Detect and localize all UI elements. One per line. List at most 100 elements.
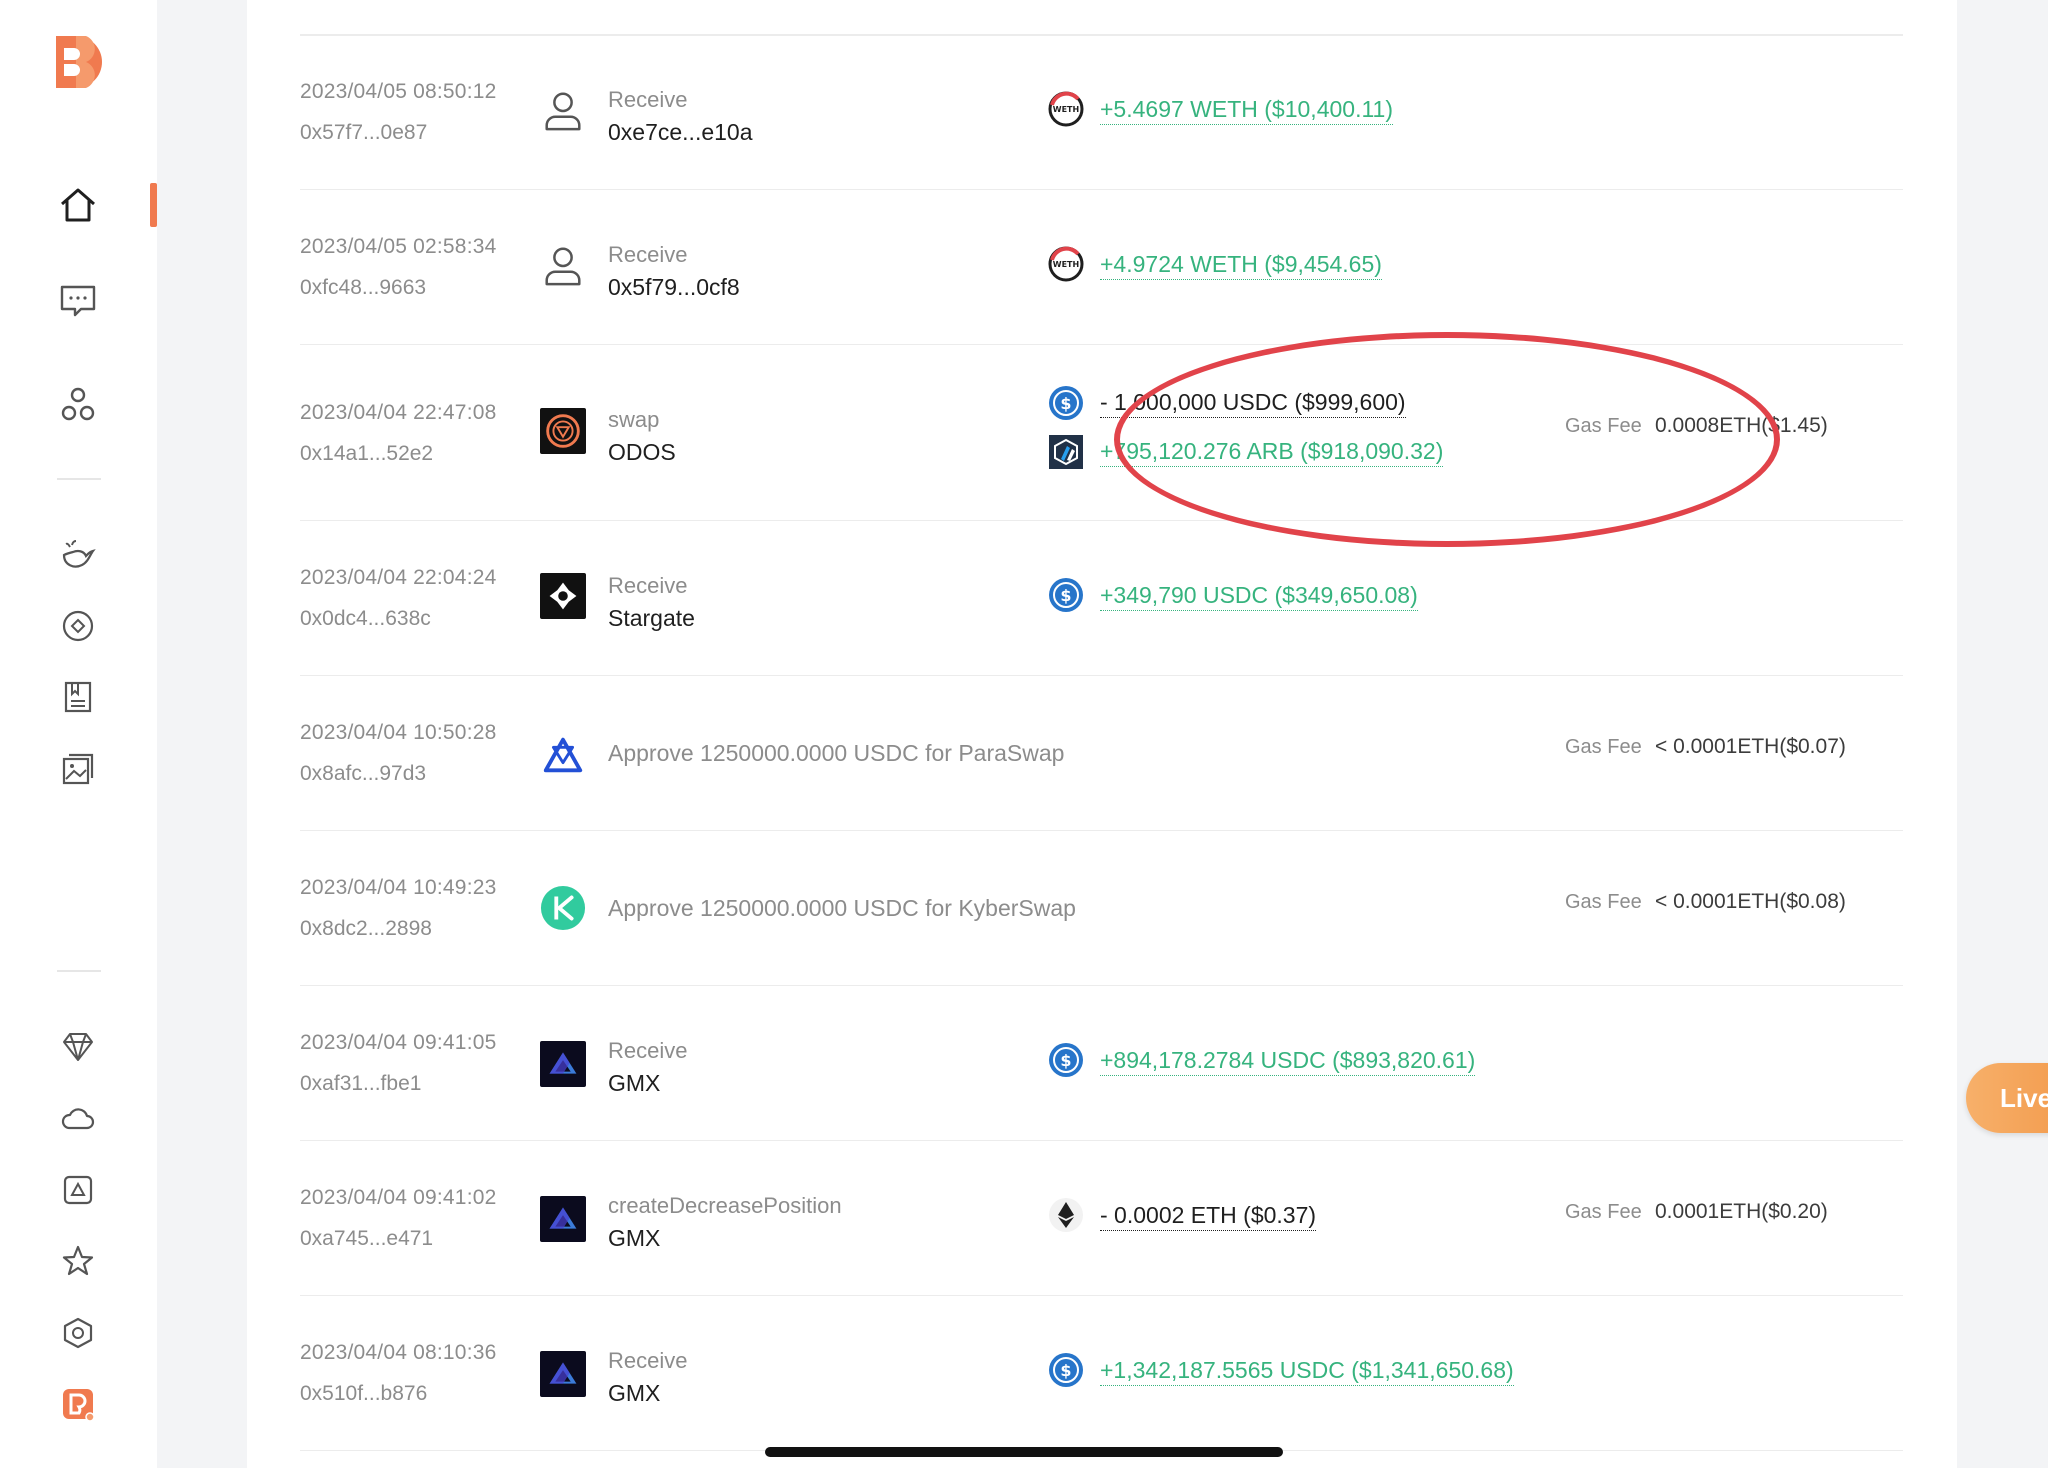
star-icon[interactable] (55, 1238, 101, 1284)
tx-hash[interactable]: 0x0dc4...638c (300, 607, 431, 631)
tx-party[interactable]: ODOS (608, 439, 676, 466)
tx-party[interactable]: GMX (608, 1380, 660, 1407)
table-row[interactable]: 2023/04/04 22:04:24 0x0dc4...638c Receiv… (300, 521, 1903, 676)
active-indicator (150, 183, 157, 227)
tx-hash[interactable]: 0xaf31...fbe1 (300, 1072, 421, 1096)
table-row[interactable]: 2023/04/04 09:41:05 0xaf31...fbe1 Receiv… (300, 986, 1903, 1141)
whale-icon[interactable] (55, 532, 101, 578)
tx-party[interactable]: Stargate (608, 605, 695, 632)
box-icon[interactable] (55, 1167, 101, 1213)
diamond-icon[interactable] (55, 1024, 101, 1070)
tx-amount[interactable]: +5.4697 WETH ($10,400.11) (1100, 96, 1393, 125)
table-row[interactable]: 2023/04/04 09:41:02 0xa745...e471 create… (300, 1141, 1903, 1296)
gas-fee-value: < 0.0001ETH($0.07) (1655, 735, 1846, 758)
table-row[interactable]: 2023/04/05 02:58:34 0xfc48...9663 Receiv… (300, 190, 1903, 345)
eth-icon (1048, 1197, 1084, 1233)
approve-text: Approve 1250000.0000 USDC for KyberSwap (608, 895, 1076, 921)
tx-amount[interactable]: +349,790 USDC ($349,650.08) (1100, 582, 1418, 611)
usdc-icon: $ (1048, 577, 1084, 613)
gas-fee-label: Gas Fee (1565, 415, 1642, 437)
svg-text:WETH: WETH (1053, 105, 1079, 114)
table-row[interactable]: 2023/04/04 10:50:28 0x8afc...97d3 Approv… (300, 676, 1903, 831)
table-row[interactable]: 2023/04/04 22:47:08 0x14a1...52e2 swap O… (300, 345, 1903, 521)
hexagon-icon[interactable] (55, 1310, 101, 1356)
table-row[interactable]: 2023/04/05 08:50:12 0x57f7...0e87 Receiv… (300, 35, 1903, 190)
tx-hash[interactable]: 0x57f7...0e87 (300, 121, 427, 145)
weth-icon: WETH (1048, 246, 1084, 282)
gas-fee-label: Gas Fee (1565, 891, 1642, 913)
table-row[interactable]: 2023/04/04 10:49:23 0x8dc2...2898 Approv… (300, 831, 1903, 986)
tx-hash[interactable]: 0xfc48...9663 (300, 276, 426, 300)
gas-fee-value: 0.0001ETH($0.20) (1655, 1200, 1828, 1223)
tx-time: 2023/04/04 10:50:28 (300, 721, 497, 744)
tx-party[interactable]: GMX (608, 1070, 660, 1097)
tx-hash[interactable]: 0x14a1...52e2 (300, 442, 433, 466)
tx-action: Receive (608, 87, 688, 112)
tx-time: 2023/04/05 02:58:34 (300, 235, 497, 258)
tx-amount[interactable]: +795,120.276 ARB ($918,090.32) (1100, 438, 1444, 467)
gas-fee-value: < 0.0001ETH($0.08) (1655, 890, 1846, 913)
transactions-card: 2023/04/05 08:50:12 0x57f7...0e87 Receiv… (247, 0, 1957, 1468)
usdc-icon: $ (1048, 1352, 1084, 1388)
svg-text:WETH: WETH (1053, 260, 1079, 269)
message-icon[interactable] (55, 278, 101, 324)
logo-icon[interactable] (54, 32, 110, 92)
tx-amount[interactable]: +4.9724 WETH ($9,454.65) (1100, 251, 1382, 280)
svg-text:$: $ (1060, 394, 1071, 413)
sidebar-divider (57, 478, 101, 480)
tx-party[interactable]: 0xe7ce...e10a (608, 119, 753, 146)
tx-time: 2023/04/04 09:41:02 (300, 1186, 497, 1209)
tx-action: Receive (608, 242, 688, 267)
usdc-icon: $ (1048, 385, 1084, 421)
tx-hash[interactable]: 0xa745...e471 (300, 1227, 433, 1251)
tx-action: Receive (608, 1038, 688, 1063)
tx-hash[interactable]: 0x8afc...97d3 (300, 762, 426, 786)
tx-party[interactable]: GMX (608, 1225, 660, 1252)
tx-amount[interactable]: +894,178.2784 USDC ($893,820.61) (1100, 1047, 1476, 1076)
live-button[interactable]: Live (1966, 1063, 2048, 1133)
tx-action: createDecreasePosition (608, 1193, 842, 1218)
user-icon (540, 242, 586, 288)
gas-fee-label: Gas Fee (1565, 736, 1642, 758)
home-indicator (765, 1447, 1283, 1457)
usdc-icon: $ (1048, 1042, 1084, 1078)
table-row[interactable]: 2023/04/04 08:10:36 0x510f...b876 Receiv… (300, 1296, 1903, 1451)
target-icon[interactable] (55, 603, 101, 649)
tx-action: Receive (608, 1348, 688, 1373)
svg-text:$: $ (1060, 1051, 1071, 1070)
gmx-icon (540, 1196, 586, 1242)
tx-hash[interactable]: 0x510f...b876 (300, 1382, 427, 1406)
tx-time: 2023/04/04 08:10:36 (300, 1341, 497, 1364)
paraswap-icon (540, 732, 586, 778)
tx-time: 2023/04/04 10:49:23 (300, 876, 497, 899)
gas-fee-value: 0.0008ETH($1.45) (1655, 414, 1828, 437)
user-icon (540, 87, 586, 133)
gallery-icon[interactable] (55, 746, 101, 792)
sidebar (0, 0, 157, 1468)
tx-hash[interactable]: 0x8dc2...2898 (300, 917, 432, 941)
sidebar-divider (57, 970, 101, 972)
svg-text:$: $ (1060, 1361, 1071, 1380)
home-icon[interactable] (55, 182, 101, 228)
stargate-icon (540, 573, 586, 619)
bookmark-icon[interactable] (55, 674, 101, 720)
cloud-icon[interactable] (55, 1096, 101, 1142)
odos-icon (540, 408, 586, 454)
tx-action: Receive (608, 573, 688, 598)
approve-text: Approve 1250000.0000 USDC for ParaSwap (608, 740, 1065, 766)
community-icon[interactable] (55, 382, 101, 428)
weth-icon: WETH (1048, 91, 1084, 127)
gmx-icon (540, 1041, 586, 1087)
arb-icon (1048, 434, 1084, 470)
tx-time: 2023/04/04 09:41:05 (300, 1031, 497, 1054)
tx-action: swap (608, 407, 660, 432)
tx-amount[interactable]: - 0.0002 ETH ($0.37) (1100, 1202, 1317, 1231)
tx-party[interactable]: 0x5f79...0cf8 (608, 274, 740, 301)
gas-fee-label: Gas Fee (1565, 1201, 1642, 1223)
app-badge-icon[interactable] (55, 1381, 101, 1427)
tx-amount[interactable]: +1,342,187.5565 USDC ($1,341,650.68) (1100, 1357, 1514, 1386)
tx-time: 2023/04/04 22:04:24 (300, 566, 497, 589)
gmx-icon (540, 1351, 586, 1397)
tx-amount[interactable]: - 1,000,000 USDC ($999,600) (1100, 389, 1406, 418)
kyberswap-icon (540, 885, 586, 931)
